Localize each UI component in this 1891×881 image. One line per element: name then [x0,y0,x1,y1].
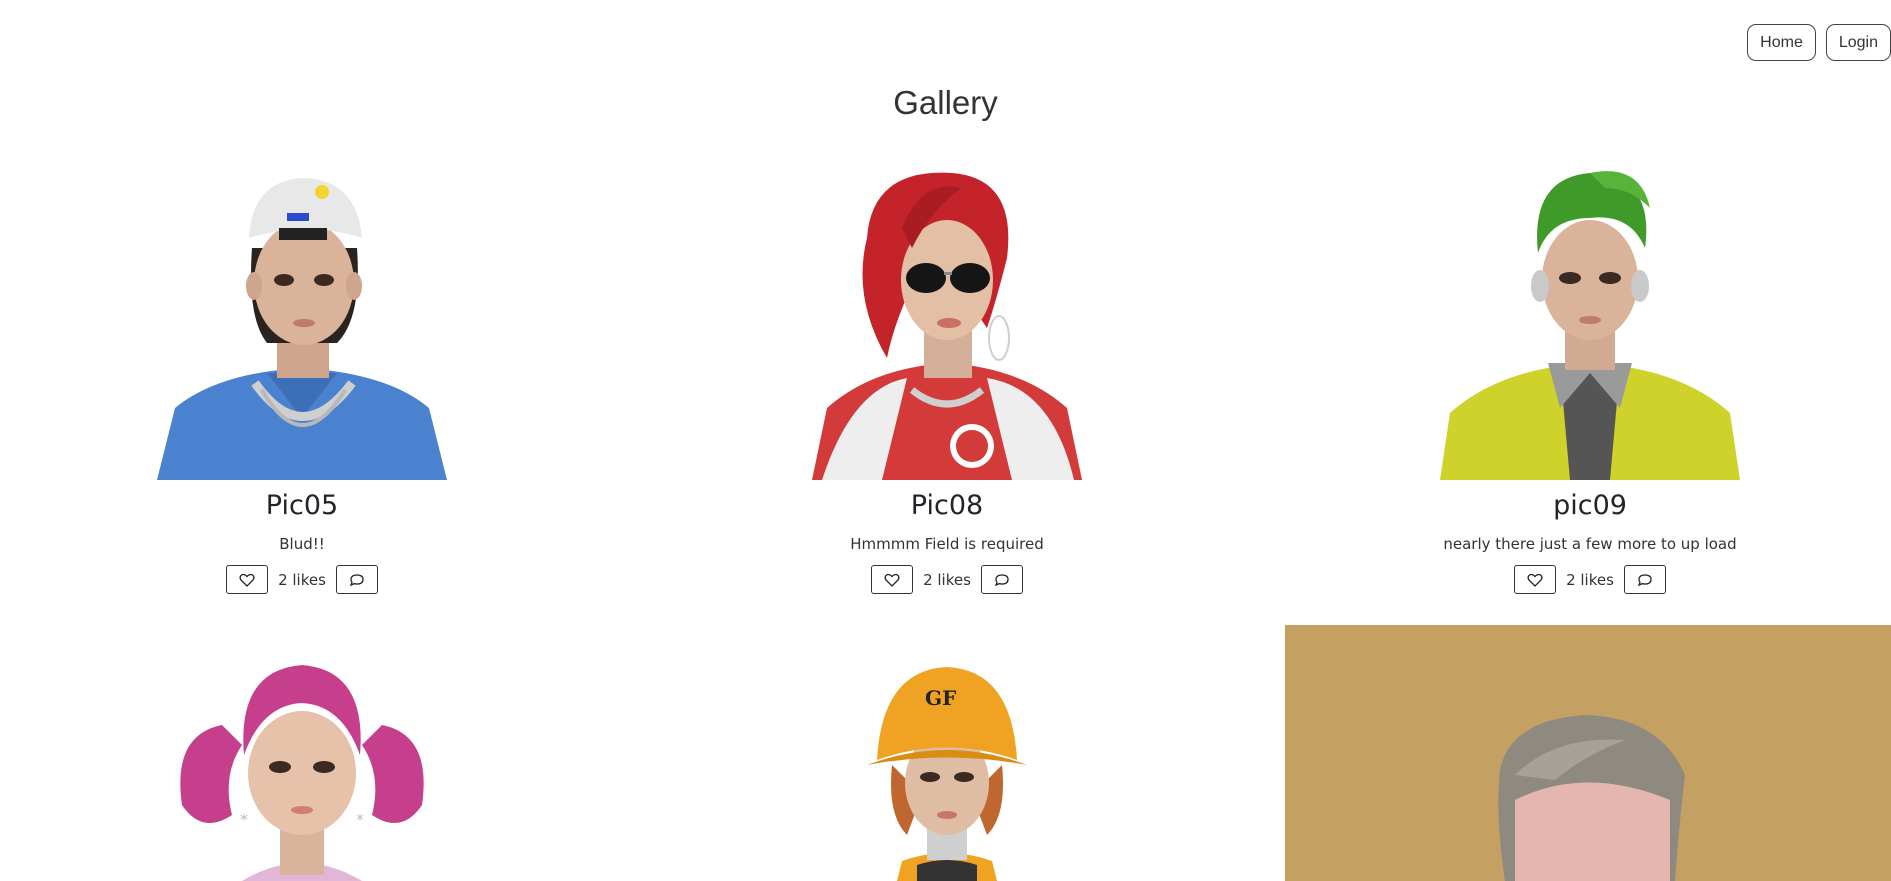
heart-icon [884,573,900,587]
card-caption: Blud!! [279,535,325,553]
gallery-card: * * [102,665,502,881]
svg-text:*: * [240,810,248,829]
comment-icon [994,573,1009,586]
comment-button[interactable] [980,565,1023,594]
comment-button[interactable] [335,565,378,594]
heart-icon [239,573,255,587]
gallery-card: Pic05 Blud!! 2 likes [102,168,502,594]
likes-count: 2 likes [278,570,326,589]
gallery-page: Home Login Gallery Pic05 Blud!! 2 likes … [0,0,1891,881]
avatar-image: GF [747,665,1147,881]
gallery-card: Pic08 Hmmmm Field is required 2 likes [747,168,1147,594]
comment-button[interactable] [1623,565,1666,594]
card-title: pic09 [1553,490,1627,521]
avatar-image [747,168,1147,480]
card-actions: 2 likes [747,565,1147,594]
like-button[interactable] [1514,565,1557,594]
avatar-image [102,168,502,480]
comment-icon [1637,573,1652,586]
card-title: Pic05 [265,490,339,521]
top-nav: Home Login [1747,24,1891,61]
likes-count: 2 likes [1566,570,1614,589]
gallery-card: pic09 nearly there just a few more to up… [1390,168,1790,594]
card-caption: Hmmmm Field is required [850,535,1044,553]
card-caption: nearly there just a few more to up load [1443,535,1737,553]
page-title: Gallery [893,84,998,121]
svg-text:GF: GF [925,686,956,710]
avatar-image [1285,625,1891,881]
home-button[interactable]: Home [1747,24,1816,61]
like-button[interactable] [226,565,269,594]
avatar-image: * * [102,665,502,881]
avatar-image [1390,168,1790,480]
login-button[interactable]: Login [1825,24,1891,61]
heart-icon [1527,573,1543,587]
svg-text:*: * [356,810,364,829]
comment-icon [349,573,364,586]
card-actions: 2 likes [102,565,502,594]
card-title: Pic08 [910,490,984,521]
card-actions: 2 likes [1390,565,1790,594]
gallery-card: GF [747,665,1147,881]
like-button[interactable] [871,565,914,594]
likes-count: 2 likes [923,570,971,589]
